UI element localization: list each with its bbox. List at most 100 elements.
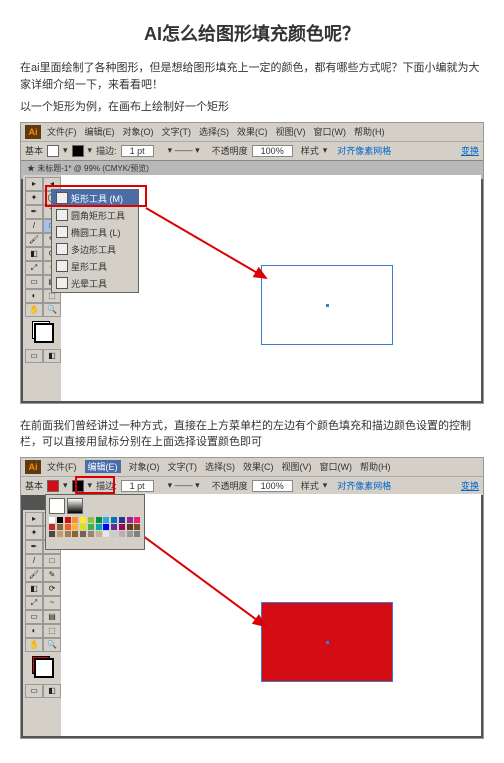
warp-tool[interactable]: ~ [43,596,61,610]
menu-effect[interactable]: 效果(C) [243,460,274,473]
swatch[interactable] [111,531,117,537]
transform-link[interactable]: 变换 [461,144,479,157]
menu-view[interactable]: 视图(V) [282,460,312,473]
zoom-tool[interactable]: 🔍 [43,638,61,652]
swatch[interactable] [80,524,86,530]
menu-file[interactable]: 文件(F) [47,460,77,473]
swatch[interactable] [80,531,86,537]
stroke-weight[interactable]: 1 pt [121,145,154,157]
opacity-value[interactable]: 100% [252,480,293,492]
fill-swatch-icon[interactable] [47,145,59,157]
pencil-tool[interactable]: ✎ [43,568,61,582]
selection-tool[interactable]: ▸ [25,177,43,191]
menu-window[interactable]: 窗口(W) [314,125,347,138]
swatch[interactable] [49,531,55,537]
swatch[interactable] [65,517,71,523]
flyout-star[interactable]: 星形工具 [52,258,138,275]
filled-rectangle[interactable] [261,602,393,682]
pen-tool[interactable]: ✒ [25,205,43,219]
menu-window[interactable]: 窗口(W) [320,460,353,473]
swatch[interactable] [49,524,55,530]
swatch[interactable] [72,531,78,537]
line-tool[interactable]: / [25,219,43,233]
rectangle-tool[interactable]: □ [43,554,61,568]
swatch[interactable] [103,531,109,537]
swatch[interactable] [88,531,94,537]
swatch[interactable] [49,517,55,523]
opacity-value[interactable]: 100% [252,145,293,157]
swatch[interactable] [127,517,133,523]
menu-help[interactable]: 帮助(H) [360,460,391,473]
zoom-tool[interactable]: 🔍 [43,303,61,317]
flyout-rounded-rect[interactable]: 圆角矩形工具 [52,207,138,224]
swatch[interactable] [127,524,133,530]
swatch[interactable] [96,531,102,537]
swatch[interactable] [134,531,140,537]
menu-select[interactable]: 选择(S) [205,460,235,473]
menu-view[interactable]: 视图(V) [276,125,306,138]
menu-edit[interactable]: 编辑(E) [85,460,121,473]
align-link[interactable]: 对齐像素网格 [337,144,391,157]
flyout-flare[interactable]: 光晕工具 [52,275,138,292]
swatch[interactable] [134,524,140,530]
swatch[interactable] [103,517,109,523]
rotate-tool[interactable]: ⟳ [43,582,61,596]
selection-tool[interactable]: ▸ [25,512,43,526]
color-mode[interactable]: ◧ [43,684,61,698]
eraser-tool[interactable]: ◧ [25,582,43,596]
flyout-ellipse[interactable]: 椭圆工具 (L) [52,224,138,241]
hand-tool[interactable]: ✋ [25,303,43,317]
menu-file[interactable]: 文件(F) [47,125,77,138]
color-mode[interactable]: ◧ [43,349,61,363]
screen-mode[interactable]: ▭ [25,684,43,698]
swatch[interactable] [111,517,117,523]
screen-mode[interactable]: ▭ [25,349,43,363]
fill-stroke-control[interactable] [25,656,61,678]
swatch[interactable] [103,524,109,530]
magic-wand-tool[interactable]: ✦ [25,191,43,205]
menu-object[interactable]: 对象(O) [129,460,160,473]
swatch[interactable] [65,524,71,530]
swatch[interactable] [57,517,63,523]
swatch-none-icon[interactable] [49,498,65,514]
free-transform-tool[interactable]: ▭ [25,275,43,289]
menu-edit[interactable]: 编辑(E) [85,125,115,138]
swatch[interactable] [65,531,71,537]
swatch[interactable] [80,517,86,523]
swatch[interactable] [72,524,78,530]
swatch[interactable] [119,517,125,523]
swatch[interactable] [119,531,125,537]
stroke-weight[interactable]: 1 pt [121,480,154,492]
line-tool[interactable]: / [25,554,43,568]
scale-tool[interactable]: ⤢ [25,596,43,610]
menu-object[interactable]: 对象(O) [123,125,154,138]
swatch-grid[interactable] [49,517,141,537]
hand-tool[interactable]: ✋ [25,638,43,652]
swatch[interactable] [88,517,94,523]
swatch[interactable] [134,517,140,523]
magic-wand-tool[interactable]: ✦ [25,526,43,540]
transform-link[interactable]: 变换 [461,479,479,492]
menu-help[interactable]: 帮助(H) [354,125,385,138]
menu-effect[interactable]: 效果(C) [237,125,268,138]
eyedropper-tool[interactable]: ◐ [25,289,43,303]
flyout-polygon[interactable]: 多边形工具 [52,241,138,258]
brush-tool[interactable]: 🖌 [25,233,43,247]
free-transform-tool[interactable]: ▭ [25,610,43,624]
gradient-tool[interactable]: ▤ [43,610,61,624]
swatch[interactable] [127,531,133,537]
swatch[interactable] [96,517,102,523]
swatch[interactable] [57,524,63,530]
align-link[interactable]: 对齐像素网格 [337,479,391,492]
blend-tool[interactable]: ⬚ [43,624,61,638]
fill-swatch-icon[interactable] [47,480,59,492]
stroke-swatch-icon[interactable] [72,145,84,157]
swatch[interactable] [111,524,117,530]
swatch[interactable] [96,524,102,530]
menu-select[interactable]: 选择(S) [199,125,229,138]
brush-tool[interactable]: 🖌 [25,568,43,582]
eyedropper-tool[interactable]: ◐ [25,624,43,638]
swatch-grad-icon[interactable] [67,498,83,514]
drawn-rectangle[interactable] [261,265,393,345]
menu-type[interactable]: 文字(T) [162,125,192,138]
